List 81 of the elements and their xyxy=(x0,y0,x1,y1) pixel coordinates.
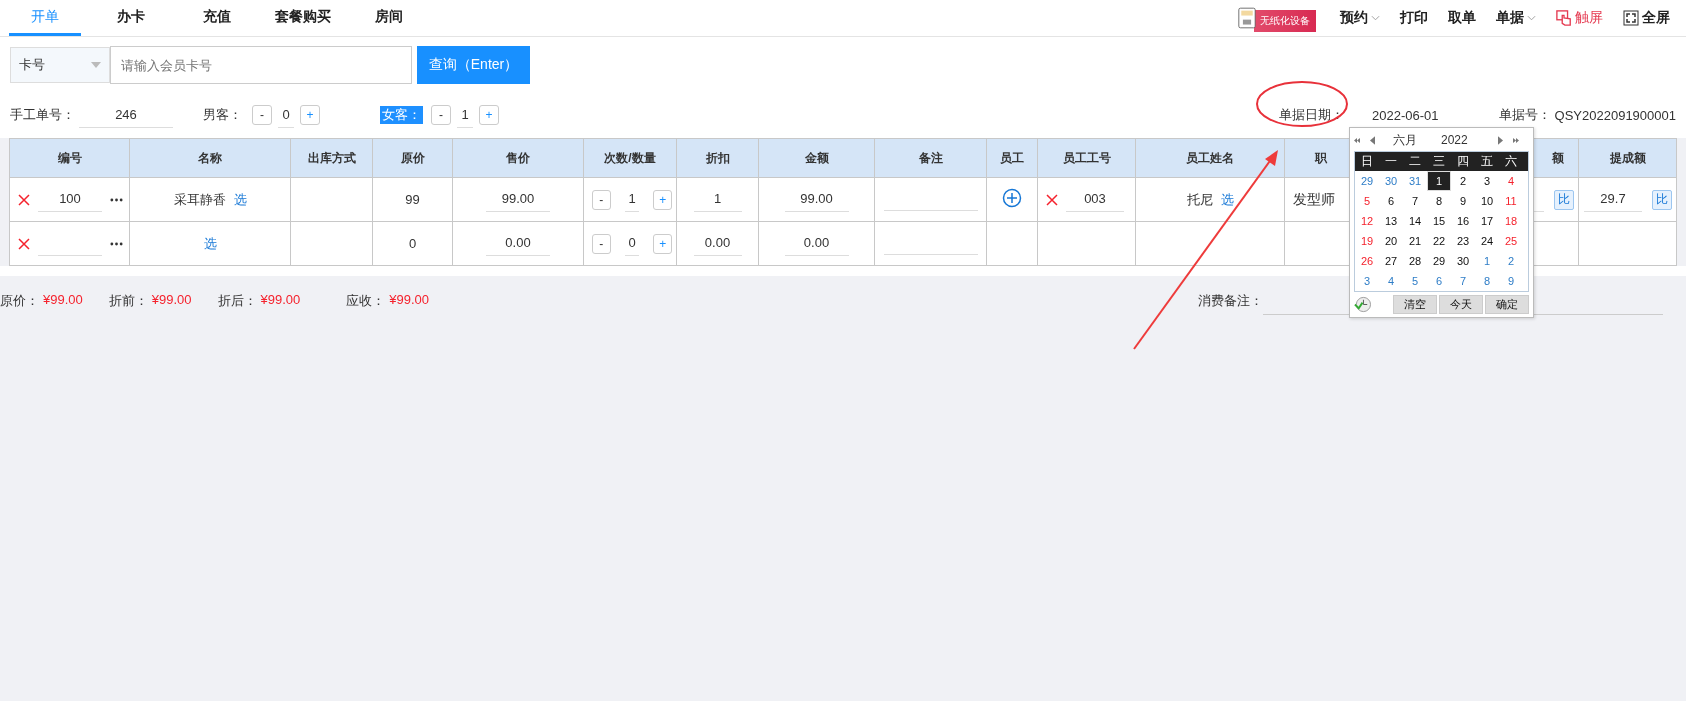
card-type-select[interactable]: 卡号 xyxy=(10,47,110,83)
chevron-down-icon xyxy=(1527,15,1536,21)
toolbar-button[interactable]: 打印 xyxy=(1390,4,1438,32)
calendar-button[interactable]: 清空 xyxy=(1393,295,1437,314)
column-header: 编号 xyxy=(9,138,130,178)
guest-count-field[interactable]: 1 xyxy=(457,102,473,128)
dropdown-arrow-icon xyxy=(91,62,101,68)
menu-dropdown[interactable]: 预约 xyxy=(1330,4,1390,32)
tab[interactable]: 套餐购买 xyxy=(267,0,339,36)
column-header: 出库方式 xyxy=(290,138,373,178)
remark-label: 消费备注： xyxy=(1198,291,1263,310)
fullscreen-icon xyxy=(1623,10,1639,26)
column-header: 售价 xyxy=(452,138,584,178)
next-month-icon[interactable] xyxy=(1497,135,1503,145)
ratio-button[interactable]: 比 xyxy=(1652,189,1672,210)
guest-count-label: 男客： xyxy=(202,106,243,124)
guest-count-label: 女客： xyxy=(380,106,423,124)
column-header: 原价 xyxy=(372,138,453,178)
quantity-field[interactable]: 1 xyxy=(624,187,640,212)
previous-month-icon[interactable] xyxy=(1370,135,1375,145)
column-header: 次数/数量 xyxy=(583,138,677,178)
total-label: 折前： xyxy=(108,291,148,310)
more-icon[interactable] xyxy=(110,241,123,246)
column-header: 员工 xyxy=(986,138,1038,178)
delete-icon[interactable] xyxy=(18,237,30,250)
select-link[interactable]: 选 xyxy=(233,190,247,209)
add-circle-icon[interactable] xyxy=(1002,188,1022,208)
staff-position: 发型师 xyxy=(1292,190,1335,207)
commission-field[interactable]: 29.7 xyxy=(1584,187,1642,212)
column-header: 名称 xyxy=(129,138,291,178)
select-link[interactable]: 选 xyxy=(1220,190,1234,209)
order-number: QSY2022091900001 xyxy=(1554,107,1676,123)
column-header: 折扣 xyxy=(676,138,759,178)
promo-banner[interactable]: 无纸化设备 xyxy=(1254,10,1316,32)
delete-icon[interactable] xyxy=(18,193,30,206)
quantity-field[interactable]: 0 xyxy=(624,231,640,256)
calendar-button[interactable]: 确定 xyxy=(1485,295,1529,314)
tab[interactable]: 办卡 xyxy=(95,0,167,36)
toolbar-button[interactable]: 取单 xyxy=(1438,4,1486,32)
order-number-label: 单据号： xyxy=(1498,106,1551,124)
decrement-button[interactable]: - xyxy=(431,105,451,125)
total-value: ¥99.00 xyxy=(43,291,83,309)
fullscreen-button[interactable]: 全屏 xyxy=(1613,4,1680,32)
chevron-down-icon xyxy=(1371,15,1380,21)
calendar-day[interactable]: 1 xyxy=(1427,171,1451,191)
total-value: ¥99.00 xyxy=(389,291,430,309)
tablet-icon xyxy=(1238,7,1256,29)
total-value: ¥99.00 xyxy=(151,291,192,309)
decrement-button[interactable]: - xyxy=(592,233,611,254)
more-icon[interactable] xyxy=(110,197,123,202)
item-name: 采耳静香 xyxy=(173,190,226,209)
total-value: ¥99.00 xyxy=(260,291,301,309)
column-header: 员工工号 xyxy=(1037,138,1136,178)
decrement-button[interactable]: - xyxy=(252,105,272,125)
tab[interactable]: 房间 xyxy=(353,0,425,36)
original-price: 99 xyxy=(405,192,420,207)
original-price: 0 xyxy=(408,236,417,251)
delete-icon[interactable] xyxy=(1046,193,1058,206)
column-header: 备注 xyxy=(874,138,987,178)
menu-dropdown[interactable]: 单据 xyxy=(1486,4,1546,32)
card-number-input[interactable]: 请输入会员卡号 xyxy=(110,46,412,84)
order-date-field[interactable]: 2022-06-01 xyxy=(1372,107,1439,123)
total-label: 折后： xyxy=(217,291,257,310)
staff-name: 托尼 xyxy=(1186,190,1213,209)
column-header: 员工姓名 xyxy=(1135,138,1285,178)
touchscreen-button[interactable]: 触屏 xyxy=(1546,4,1613,32)
decrement-button[interactable]: - xyxy=(592,189,611,210)
hand-pointer-icon xyxy=(1556,10,1572,26)
order-date-label: 单据日期： xyxy=(1279,106,1345,124)
total-label: 应收： xyxy=(346,291,386,310)
column-header: 提成额 xyxy=(1578,138,1677,178)
manual-number-field[interactable]: 246 xyxy=(79,102,173,128)
tab[interactable]: 充值 xyxy=(181,0,253,36)
guest-count-field[interactable]: 0 xyxy=(278,102,294,128)
calendar-button[interactable]: 今天 xyxy=(1439,295,1483,314)
select-link[interactable]: 选 xyxy=(203,234,217,253)
ratio-button[interactable]: 比 xyxy=(1554,189,1574,210)
total-label: 原价： xyxy=(0,291,39,310)
clock-icon[interactable] xyxy=(1354,296,1371,313)
column-header: 金额 xyxy=(758,138,875,178)
manual-number-label: 手工单号： xyxy=(10,106,75,124)
